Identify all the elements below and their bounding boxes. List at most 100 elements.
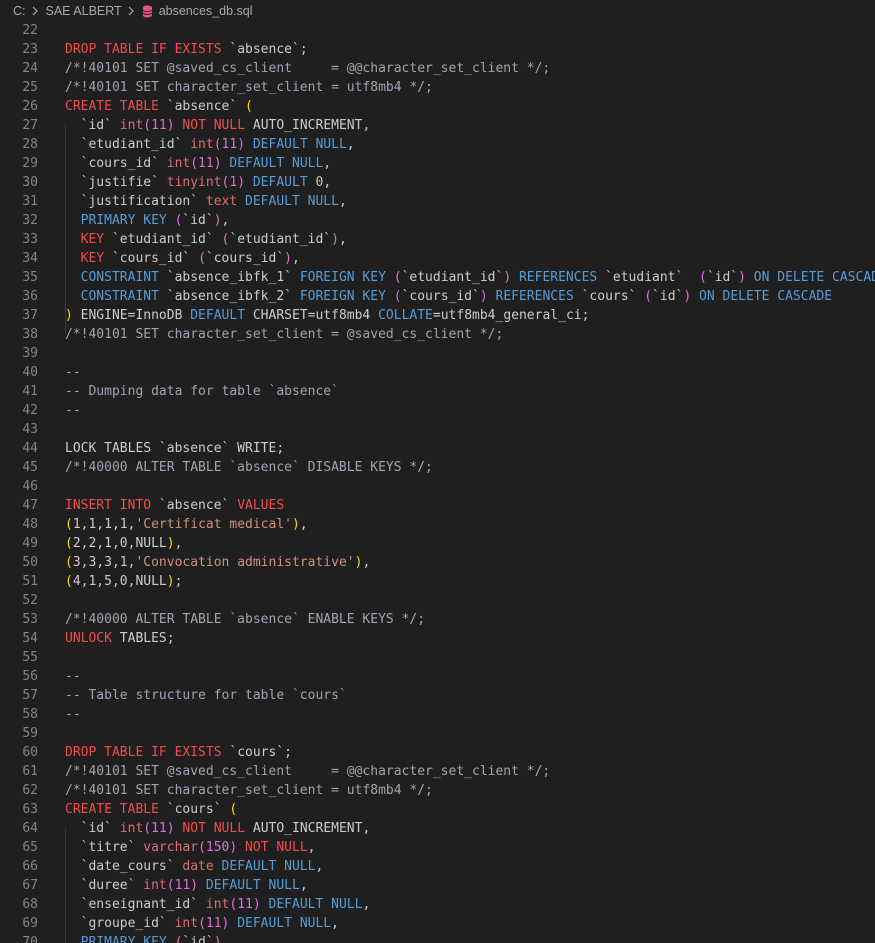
code-text: `date_cours` date DEFAULT NULL, bbox=[65, 857, 324, 876]
code-line[interactable]: 39 bbox=[0, 344, 875, 363]
line-number: 43 bbox=[22, 422, 38, 437]
code-text: (2,2,1,0,NULL), bbox=[65, 534, 182, 553]
code-token: CONSTRAINT bbox=[65, 270, 159, 285]
code-line[interactable]: 60 DROP TABLE IF EXISTS `cours`; bbox=[0, 743, 875, 762]
code-line[interactable]: 59 bbox=[0, 724, 875, 743]
code-text: `cours_id` int(11) DEFAULT NULL, bbox=[65, 154, 331, 173]
code-line[interactable]: 43 bbox=[0, 420, 875, 439]
code-token: int bbox=[119, 821, 144, 836]
code-token: ( bbox=[229, 802, 238, 817]
code-line[interactable]: 56 -- bbox=[0, 667, 875, 686]
code-token: ) bbox=[292, 517, 300, 532]
code-token: (1) bbox=[221, 175, 246, 190]
code-token: ( bbox=[65, 555, 73, 570]
code-line[interactable]: 38 /*!40101 SET character_set_client = @s… bbox=[0, 325, 875, 344]
breadcrumb-folder[interactable]: SAE ALBERT bbox=[46, 4, 122, 18]
code-line[interactable]: 53 /*!40000 ALTER TABLE `absence` ENABLE … bbox=[0, 610, 875, 629]
code-line[interactable]: 58 -- bbox=[0, 705, 875, 724]
code-token: UNLOCK bbox=[65, 631, 112, 646]
code-line[interactable]: 37) ENGINE=InnoDB DEFAULT CHARSET=utf8mb… bbox=[0, 306, 875, 325]
code-token: ( bbox=[393, 270, 402, 285]
code-line[interactable]: 34 KEY `cours_id` (`cours_id`), bbox=[0, 249, 875, 268]
code-line[interactable]: 41 -- Dumping data for table `absence` bbox=[0, 382, 875, 401]
code-line[interactable]: 57 -- Table structure for table `cours` bbox=[0, 686, 875, 705]
line-number: 59 bbox=[22, 726, 38, 741]
code-line[interactable]: 46 bbox=[0, 477, 875, 496]
code-line[interactable]: 25 /*!40101 SET character_set_client = ut… bbox=[0, 78, 875, 97]
code-token: `absence_ibfk_1` bbox=[158, 270, 300, 285]
code-text: `etudiant_id` int(11) DEFAULT NULL, bbox=[65, 135, 355, 154]
code-line[interactable]: 66 `date_cours` date DEFAULT NULL, bbox=[0, 857, 875, 876]
code-line[interactable]: 52 bbox=[0, 591, 875, 610]
code-line[interactable]: 23 DROP TABLE IF EXISTS `absence`; bbox=[0, 40, 875, 59]
line-number: 34 bbox=[22, 251, 38, 266]
code-line[interactable]: 70 PRIMARY KEY (`id`), bbox=[0, 933, 875, 943]
code-line[interactable]: 27 `id` int(11) NOT NULL AUTO_INCREMENT, bbox=[0, 116, 875, 135]
code-token: CHARSET=utf8mb4 bbox=[245, 308, 379, 323]
code-editor[interactable]: 22 23 DROP TABLE IF EXISTS `absence`; 24 /*!… bbox=[0, 20, 875, 943]
code-text: `duree` int(11) DEFAULT NULL, bbox=[65, 876, 308, 895]
code-line[interactable]: 69 `groupe_id` int(11) DEFAULT NULL, bbox=[0, 914, 875, 933]
code-line[interactable]: 51 (4,1,5,0,NULL); bbox=[0, 572, 875, 591]
code-text: CONSTRAINT `absence_ibfk_1` FOREIGN KEY … bbox=[65, 268, 875, 287]
code-line[interactable]: 54 UNLOCK TABLES; bbox=[0, 629, 875, 648]
line-number: 62 bbox=[22, 783, 38, 798]
code-text: UNLOCK TABLES; bbox=[65, 629, 175, 648]
line-number: 30 bbox=[22, 175, 38, 190]
code-line[interactable]: 32 PRIMARY KEY (`id`), bbox=[0, 211, 875, 230]
code-token: , bbox=[331, 916, 339, 931]
code-line[interactable]: 31 `justification` text DEFAULT NULL, bbox=[0, 192, 875, 211]
code-line[interactable]: 28 `etudiant_id` int(11) DEFAULT NULL, bbox=[0, 135, 875, 154]
code-line[interactable]: 67 `duree` int(11) DEFAULT NULL, bbox=[0, 876, 875, 895]
code-token: date bbox=[182, 859, 214, 874]
code-line[interactable]: 68 `enseignant_id` int(11) DEFAULT NULL, bbox=[0, 895, 875, 914]
code-line[interactable]: 48 (1,1,1,1,'Certificat medical'), bbox=[0, 515, 875, 534]
code-token: , bbox=[323, 156, 332, 171]
code-token: `etudiant` bbox=[597, 270, 692, 285]
code-line[interactable]: 49 (2,2,1,0,NULL), bbox=[0, 534, 875, 553]
code-token: -- bbox=[65, 669, 81, 684]
code-token: `etudiant_id` bbox=[229, 232, 332, 247]
line-number: 49 bbox=[22, 536, 38, 551]
code-token: varchar bbox=[143, 840, 199, 855]
code-line[interactable]: 40 -- bbox=[0, 363, 875, 382]
code-token: REFERENCES bbox=[511, 270, 598, 285]
code-line[interactable]: 22 bbox=[0, 21, 875, 40]
code-token: ( bbox=[198, 251, 206, 266]
code-line[interactable]: 33 KEY `etudiant_id` (`etudiant_id`), bbox=[0, 230, 875, 249]
code-line[interactable]: 65 `titre` varchar(150) NOT NULL, bbox=[0, 838, 875, 857]
line-number: 63 bbox=[22, 802, 38, 817]
code-text: DROP TABLE IF EXISTS `absence`; bbox=[65, 40, 308, 59]
code-line[interactable]: 26 CREATE TABLE `absence` ( bbox=[0, 97, 875, 116]
line-number: 38 bbox=[22, 327, 38, 342]
code-text: CONSTRAINT `absence_ibfk_2` FOREIGN KEY … bbox=[65, 287, 832, 306]
breadcrumb-file[interactable]: absences_db.sql bbox=[159, 4, 253, 18]
code-line[interactable]: 63 CREATE TABLE `cours` ( bbox=[0, 800, 875, 819]
code-line[interactable]: 36 CONSTRAINT `absence_ibfk_2` FOREIGN K… bbox=[0, 287, 875, 306]
line-number: 44 bbox=[22, 441, 38, 456]
code-token: 3,3,3,1, bbox=[72, 555, 136, 570]
code-line[interactable]: 44 LOCK TABLES `absence` WRITE; bbox=[0, 439, 875, 458]
code-token: -- Table structure for table `cours` bbox=[65, 688, 347, 703]
code-token: CONSTRAINT bbox=[65, 289, 159, 304]
breadcrumb-drive[interactable]: C: bbox=[13, 4, 26, 18]
line-number: 53 bbox=[22, 612, 38, 627]
code-line[interactable]: 35 CONSTRAINT `absence_ibfk_1` FOREIGN K… bbox=[0, 268, 875, 287]
line-number: 33 bbox=[22, 232, 38, 247]
code-line[interactable]: 61 /*!40101 SET @saved_cs_client = @@char… bbox=[0, 762, 875, 781]
code-token: NOT NULL bbox=[237, 840, 308, 855]
code-line[interactable]: 47 INSERT INTO `absence` VALUES bbox=[0, 496, 875, 515]
code-token: , bbox=[338, 232, 347, 247]
code-line[interactable]: 24 /*!40101 SET @saved_cs_client = @@char… bbox=[0, 59, 875, 78]
code-line[interactable]: 29 `cours_id` int(11) DEFAULT NULL, bbox=[0, 154, 875, 173]
code-line[interactable]: 30 `justifie` tinyint(1) DEFAULT 0, bbox=[0, 173, 875, 192]
code-line[interactable]: 55 bbox=[0, 648, 875, 667]
line-number: 45 bbox=[22, 460, 38, 475]
code-line[interactable]: 50 (3,3,3,1,'Convocation administrative')… bbox=[0, 553, 875, 572]
code-line[interactable]: 42 -- bbox=[0, 401, 875, 420]
code-line[interactable]: 62 /*!40101 SET character_set_client = ut… bbox=[0, 781, 875, 800]
code-token: ON DELETE CASCADE bbox=[691, 289, 833, 304]
code-line[interactable]: 64 `id` int(11) NOT NULL AUTO_INCREMENT, bbox=[0, 819, 875, 838]
code-line[interactable]: 45 /*!40000 ALTER TABLE `absence` DISABLE… bbox=[0, 458, 875, 477]
code-token: DEFAULT bbox=[190, 308, 246, 323]
